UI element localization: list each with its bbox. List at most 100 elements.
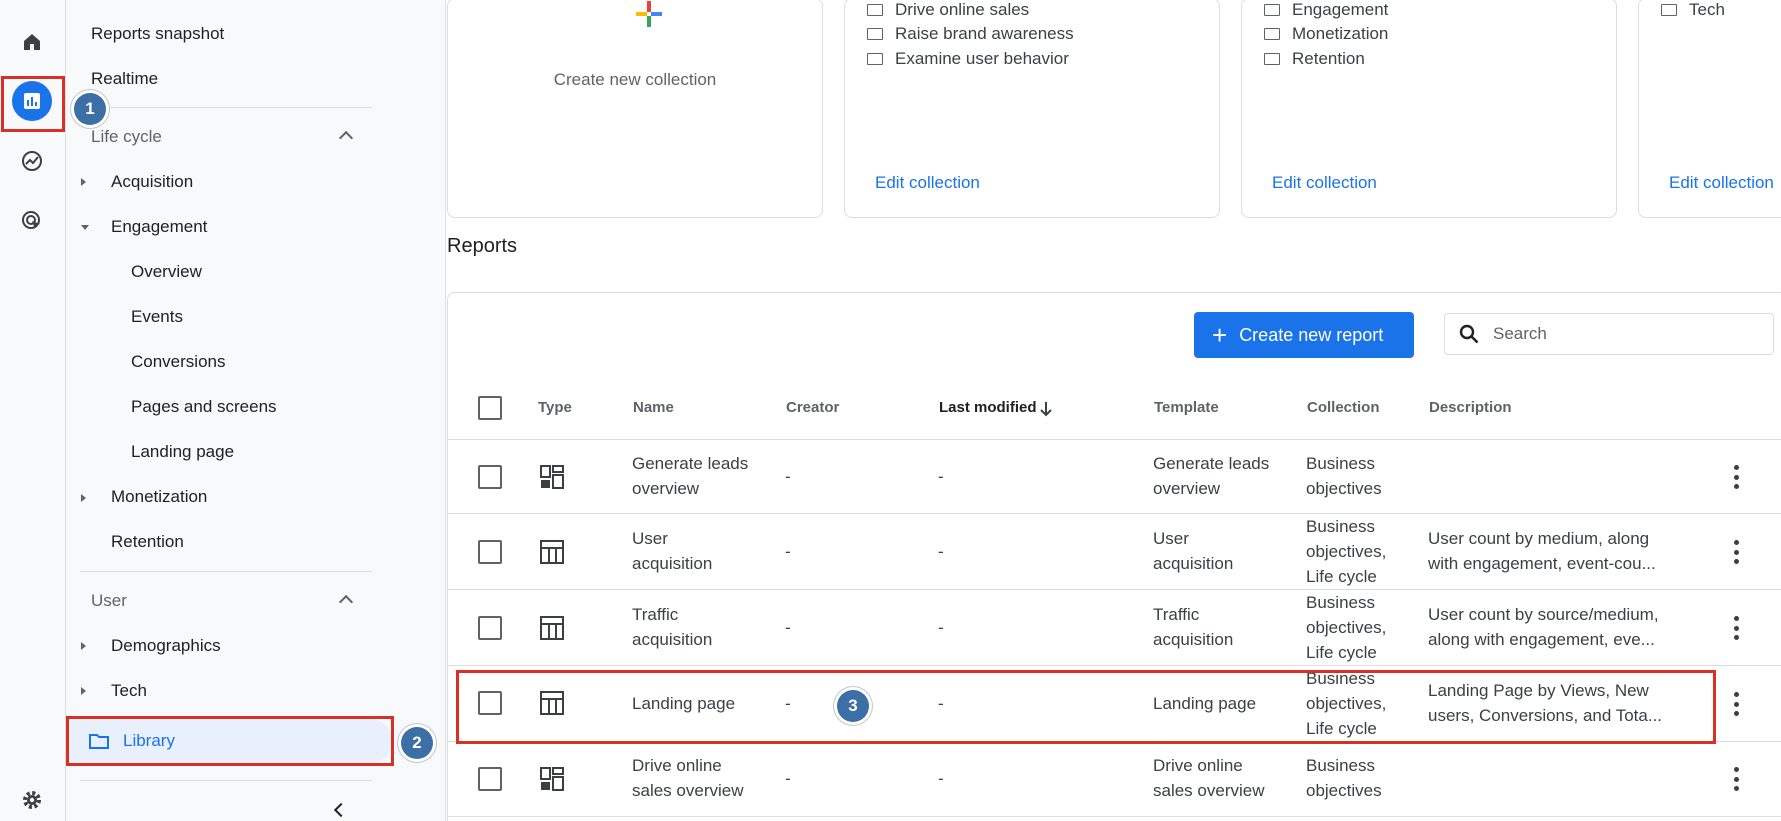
arrow-down-icon[interactable]: [1039, 401, 1053, 417]
divider: [80, 780, 372, 781]
nav-monetization[interactable]: Monetization: [111, 487, 207, 507]
report-collection: Business: [1306, 517, 1375, 536]
nav-acquisition[interactable]: Acquisition: [111, 172, 193, 192]
nav-conversions[interactable]: Conversions: [131, 352, 226, 372]
explore-icon[interactable]: [12, 141, 52, 181]
report-name[interactable]: acquisition: [632, 551, 712, 576]
more-vert-icon[interactable]: [1733, 767, 1739, 791]
row-checkbox[interactable]: [478, 767, 502, 791]
settings-icon[interactable]: [12, 780, 52, 820]
nav-realtime[interactable]: Realtime: [91, 69, 158, 89]
search-field[interactable]: [1444, 313, 1774, 355]
collection-item: Tech: [1661, 0, 1725, 20]
row-checkbox[interactable]: [478, 616, 502, 640]
column-header-template[interactable]: Template: [1154, 399, 1219, 416]
reports-sidebar: Reports snapshot Realtime Life cycle Acq…: [66, 0, 446, 821]
report-name[interactable]: overview: [632, 476, 748, 501]
plus-icon: +: [1212, 320, 1228, 350]
edit-collection-link[interactable]: Edit collection: [1272, 173, 1377, 193]
nav-reports-snapshot[interactable]: Reports snapshot: [91, 24, 224, 44]
row-checkbox[interactable]: [478, 465, 502, 489]
caret-right-icon[interactable]: [81, 687, 86, 695]
column-header-type[interactable]: Type: [538, 399, 572, 416]
report-template: Drive online: [1153, 756, 1243, 775]
report-template: Generate leads: [1153, 454, 1270, 473]
highlight-box-3: [456, 670, 1716, 744]
caret-down-icon[interactable]: [81, 225, 89, 230]
folder-icon: [867, 28, 883, 40]
column-header-creator[interactable]: Creator: [786, 399, 839, 416]
nav-engagement[interactable]: Engagement: [111, 217, 207, 237]
report-collection: objectives,: [1306, 618, 1387, 637]
report-collection: Life cycle: [1306, 567, 1377, 586]
nav-events[interactable]: Events: [131, 307, 183, 327]
report-collection: objectives: [1306, 479, 1382, 498]
divider: [80, 107, 372, 108]
overview-report-icon: [540, 767, 564, 791]
caret-right-icon[interactable]: [81, 642, 86, 650]
report-template: acquisition: [1153, 630, 1234, 649]
chevron-up-icon[interactable]: [338, 130, 354, 146]
report-name[interactable]: Drive online: [632, 753, 744, 778]
caret-right-icon[interactable]: [81, 178, 86, 186]
report-collection: objectives: [1306, 781, 1382, 800]
reports-heading: Reports: [447, 235, 518, 257]
create-new-report-button[interactable]: + Create new report: [1194, 312, 1414, 358]
nav-tech[interactable]: Tech: [111, 681, 147, 701]
section-user[interactable]: User: [91, 591, 127, 611]
edit-collection-link[interactable]: Edit collection: [1669, 173, 1774, 193]
report-creator: -: [785, 769, 791, 788]
report-template: Traffic: [1153, 605, 1200, 624]
nav-retention[interactable]: Retention: [111, 532, 184, 552]
report-modified: -: [938, 769, 944, 788]
section-life-cycle[interactable]: Life cycle: [91, 127, 162, 147]
report-creator: -: [785, 542, 791, 561]
column-header-collection[interactable]: Collection: [1307, 399, 1380, 416]
collection-item-label: Engagement: [1292, 0, 1389, 19]
create-collection-card[interactable]: Create new collection: [447, 0, 823, 218]
select-all-checkbox[interactable]: [478, 396, 502, 420]
step-badge-3: 3: [837, 690, 869, 722]
highlight-box-1: [1, 76, 65, 132]
report-name[interactable]: sales overview: [632, 778, 744, 803]
row-checkbox[interactable]: [478, 540, 502, 564]
more-vert-icon[interactable]: [1733, 692, 1739, 716]
nav-overview[interactable]: Overview: [131, 262, 202, 282]
chevron-up-icon[interactable]: [338, 594, 354, 610]
advertising-icon[interactable]: [12, 201, 52, 241]
collection-item: Examine user behavior: [867, 49, 1069, 69]
collection-item-label: Tech: [1689, 0, 1725, 19]
search-input[interactable]: [1493, 324, 1743, 344]
report-collection: Business: [1306, 756, 1375, 775]
report-description: User count by source/medium,: [1428, 605, 1659, 624]
more-vert-icon[interactable]: [1733, 540, 1739, 564]
collapse-sidebar-icon[interactable]: [333, 802, 349, 818]
column-header-name[interactable]: Name: [633, 399, 674, 416]
home-icon[interactable]: [12, 22, 52, 62]
column-header-last-modified[interactable]: Last modified: [939, 399, 1037, 416]
collection-card: Engagement Monetization Retention Edit c…: [1241, 0, 1617, 218]
detail-report-icon: [540, 540, 564, 564]
collection-card: Tech Edit collection: [1638, 0, 1781, 218]
row-divider: [448, 665, 1781, 666]
more-vert-icon[interactable]: [1733, 616, 1739, 640]
collection-item-label: Drive online sales: [895, 0, 1030, 19]
nav-landing-page[interactable]: Landing page: [131, 442, 234, 462]
collection-item: Drive online sales: [867, 0, 1029, 20]
column-header-description[interactable]: Description: [1429, 399, 1512, 416]
collection-item-label: Retention: [1292, 49, 1365, 68]
report-name[interactable]: Generate leads: [632, 451, 748, 476]
nav-demographics[interactable]: Demographics: [111, 636, 221, 656]
nav-pages-and-screens[interactable]: Pages and screens: [131, 397, 277, 417]
folder-icon: [867, 4, 883, 16]
folder-icon: [1661, 4, 1677, 16]
edit-collection-link[interactable]: Edit collection: [875, 173, 980, 193]
report-name[interactable]: Traffic: [632, 602, 712, 627]
folder-icon: [867, 53, 883, 65]
create-collection-label: Create new collection: [553, 70, 717, 89]
caret-right-icon[interactable]: [81, 494, 86, 502]
report-name[interactable]: User: [632, 526, 712, 551]
report-name[interactable]: acquisition: [632, 627, 712, 652]
folder-icon: [1264, 4, 1280, 16]
more-vert-icon[interactable]: [1733, 465, 1739, 489]
